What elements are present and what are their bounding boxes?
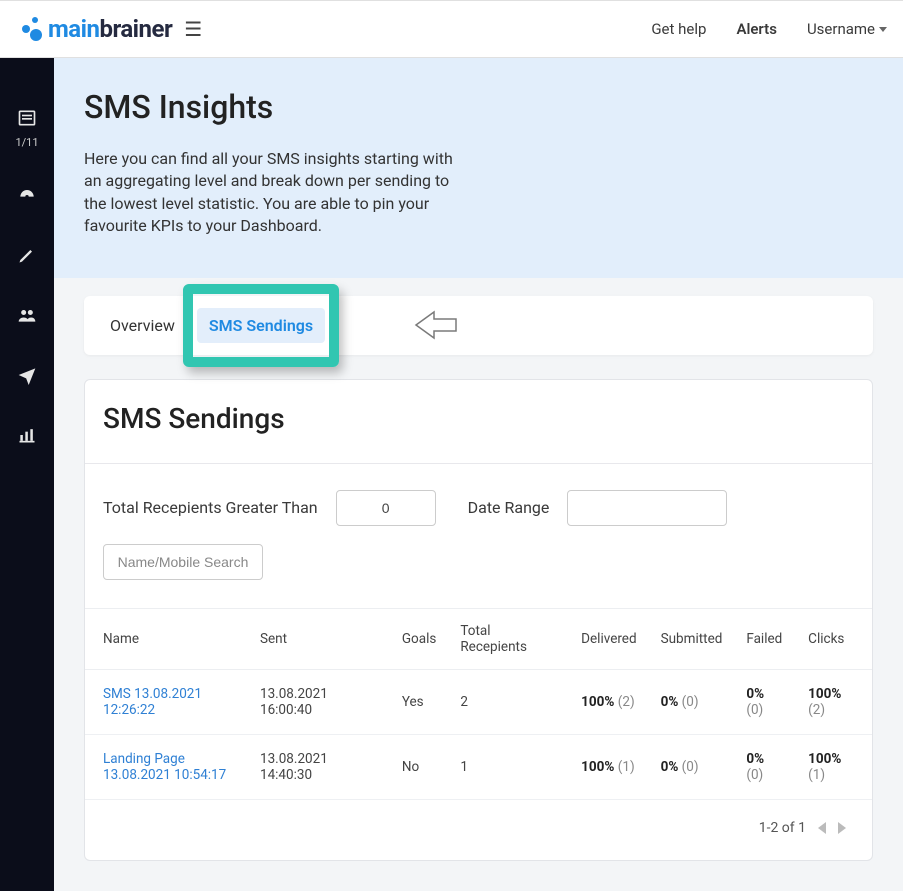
brand-text: mainbrainer	[48, 15, 172, 43]
page-title: SMS Insights	[84, 88, 873, 126]
sidebar-item-dashboard[interactable]	[0, 185, 54, 209]
sendings-panel: SMS Sendings Total Recepients Greater Th…	[84, 379, 873, 861]
page-description: Here you can find all your SMS insights …	[84, 148, 464, 238]
col-delivered[interactable]: Delivered	[569, 608, 648, 669]
cell-goals: Yes	[390, 669, 449, 734]
date-range-input[interactable]	[567, 490, 727, 526]
col-failed[interactable]: Failed	[734, 608, 796, 669]
tab-sms-sendings[interactable]: SMS Sendings	[197, 308, 325, 343]
cell-goals: No	[390, 734, 449, 799]
pager-prev[interactable]	[818, 822, 826, 834]
divider	[85, 463, 872, 464]
cell-delivered: 100% (2)	[569, 669, 648, 734]
brand-dots-icon	[16, 17, 42, 41]
recipients-filter-label: Total Recepients Greater Than	[103, 498, 318, 517]
cell-submitted: 0% (0)	[649, 669, 735, 734]
user-menu[interactable]: Username	[807, 20, 887, 38]
col-sent[interactable]: Sent	[248, 608, 390, 669]
pager-next[interactable]	[838, 822, 846, 834]
col-total-recipients[interactable]: Total Recepients	[448, 608, 569, 669]
cell-total: 1	[448, 734, 569, 799]
sidebar-item-people[interactable]	[0, 305, 54, 329]
gauge-icon	[17, 185, 37, 205]
cell-failed: 0% (0)	[734, 734, 796, 799]
table-row: SMS 13.08.2021 12:26:22 13.08.2021 16:00…	[85, 669, 872, 734]
sidebar-item-insights[interactable]	[0, 425, 54, 449]
cell-sent: 13.08.2021 16:00:40	[248, 669, 390, 734]
hero-banner: SMS Insights Here you can find all your …	[54, 58, 903, 278]
cell-submitted: 0% (0)	[649, 734, 735, 799]
tabs-bar: Overview SMS Sendings	[84, 296, 873, 355]
progress-counter: 1/11	[0, 136, 54, 149]
pager-text: 1-2 of 1	[759, 820, 806, 836]
people-icon	[17, 305, 37, 325]
top-bar: mainbrainer ☰ Get help Alerts Username	[0, 0, 903, 58]
sidebar: 1/11	[0, 58, 54, 891]
paper-plane-icon	[17, 365, 37, 385]
alerts-link[interactable]: Alerts	[736, 20, 777, 38]
cell-sent: 13.08.2021 14:40:30	[248, 734, 390, 799]
sidebar-item-create[interactable]	[0, 245, 54, 269]
col-name[interactable]: Name	[85, 608, 248, 669]
cell-clicks: 100% (1)	[796, 734, 872, 799]
sidebar-item-progress[interactable]: 1/11	[0, 108, 54, 149]
date-range-label: Date Range	[468, 498, 550, 517]
bar-chart-icon	[17, 425, 37, 445]
sending-link[interactable]: Landing Page 13.08.2021 10:54:17	[103, 751, 226, 783]
cell-clicks: 100% (2)	[796, 669, 872, 734]
col-clicks[interactable]: Clicks	[796, 608, 872, 669]
sendings-table: Name Sent Goals Total Recepients Deliver…	[85, 608, 872, 800]
search-input[interactable]	[103, 544, 263, 580]
list-icon	[17, 108, 37, 128]
get-help-link[interactable]: Get help	[651, 20, 706, 38]
cell-delivered: 100% (1)	[569, 734, 648, 799]
sidebar-item-send[interactable]	[0, 365, 54, 389]
chevron-down-icon	[879, 27, 887, 32]
cell-failed: 0% (0)	[734, 669, 796, 734]
recipients-filter-input[interactable]	[336, 490, 436, 526]
tab-overview[interactable]: Overview	[98, 308, 187, 343]
menu-toggle-icon[interactable]: ☰	[184, 17, 202, 41]
panel-title: SMS Sendings	[85, 380, 872, 463]
cell-total: 2	[448, 669, 569, 734]
pencil-icon	[17, 245, 37, 265]
table-row: Landing Page 13.08.2021 10:54:17 13.08.2…	[85, 734, 872, 799]
col-submitted[interactable]: Submitted	[649, 608, 735, 669]
col-goals[interactable]: Goals	[390, 608, 449, 669]
sending-link[interactable]: SMS 13.08.2021 12:26:22	[103, 686, 202, 718]
brand-logo[interactable]: mainbrainer	[16, 15, 172, 43]
